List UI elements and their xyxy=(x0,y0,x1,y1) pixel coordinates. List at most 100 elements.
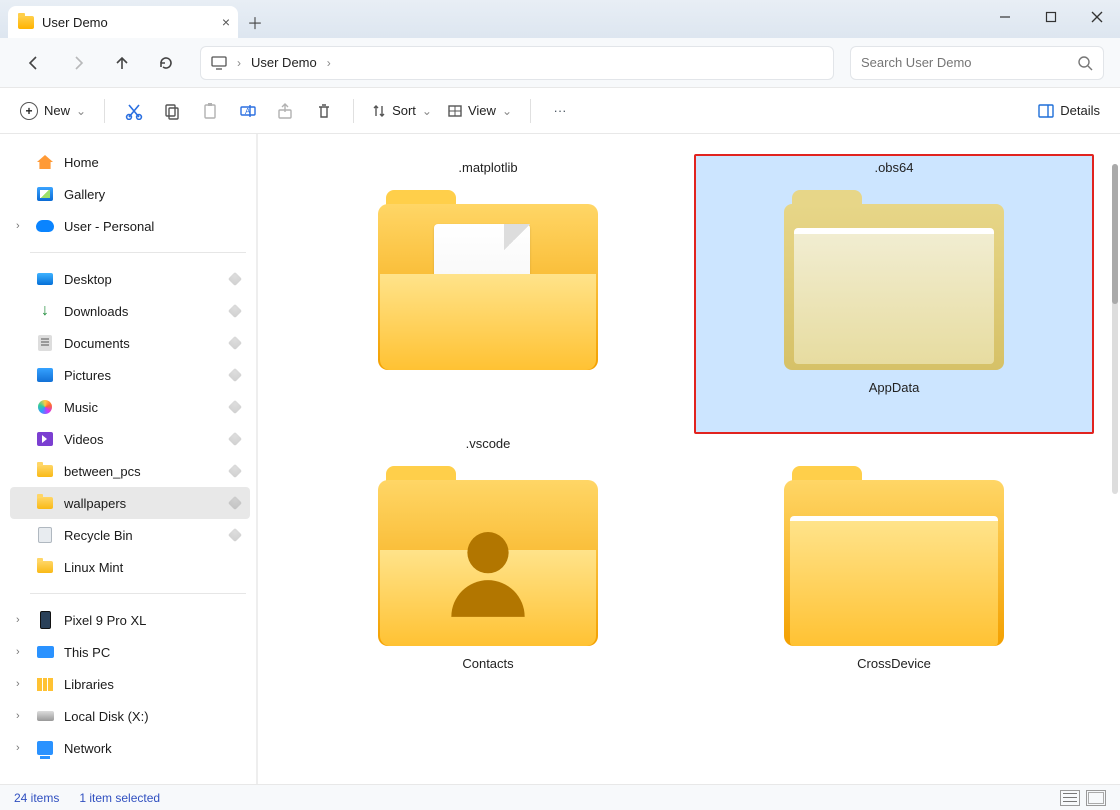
sidebar-recycle-bin[interactable]: Recycle Bin xyxy=(10,519,250,551)
item-label: CrossDevice xyxy=(857,656,931,676)
chevron-right-icon[interactable]: › xyxy=(237,56,241,70)
divider xyxy=(30,252,246,253)
scrollbar-thumb[interactable] xyxy=(1112,164,1118,304)
new-button[interactable]: + New ⌄ xyxy=(14,95,92,127)
sidebar-videos[interactable]: Videos xyxy=(10,423,250,455)
new-tab-button[interactable]: ＋ xyxy=(238,6,272,38)
sidebar-gallery[interactable]: Gallery xyxy=(10,178,250,210)
paste-button[interactable] xyxy=(193,95,227,127)
sidebar-network[interactable]: ›Network xyxy=(10,732,250,764)
home-icon xyxy=(37,155,53,169)
up-button[interactable] xyxy=(104,45,140,81)
share-button[interactable] xyxy=(269,95,303,127)
sidebar-label: User - Personal xyxy=(64,219,154,234)
network-icon xyxy=(37,741,53,755)
sidebar-label: This PC xyxy=(64,645,110,660)
more-button[interactable]: ··· xyxy=(543,95,577,127)
sidebar-desktop[interactable]: Desktop xyxy=(10,263,250,295)
chevron-right-icon[interactable]: › xyxy=(16,646,20,658)
refresh-button[interactable] xyxy=(148,45,184,81)
chevron-right-icon[interactable]: › xyxy=(16,220,20,232)
content-area[interactable]: .matplotlib { } .obs64 AppData .vscode xyxy=(258,134,1120,784)
breadcrumb-segment[interactable]: User Demo xyxy=(251,55,317,70)
sidebar-wallpapers[interactable]: wallpapers xyxy=(10,487,250,519)
divider xyxy=(104,99,105,123)
sidebar-downloads[interactable]: ↓ Downloads xyxy=(10,295,250,327)
sidebar-label: Desktop xyxy=(64,272,112,287)
downloads-icon: ↓ xyxy=(36,302,54,320)
gallery-icon xyxy=(37,187,53,201)
sidebar-label: Documents xyxy=(64,336,130,351)
sidebar-label: wallpapers xyxy=(64,496,126,511)
sidebar[interactable]: Home Gallery › User - Personal Desktop ↓ D… xyxy=(0,134,258,784)
sidebar-label: Gallery xyxy=(64,187,105,202)
sidebar-between-pcs[interactable]: between_pcs xyxy=(10,455,250,487)
chevron-right-icon[interactable]: › xyxy=(16,678,20,690)
sidebar-label: Downloads xyxy=(64,304,128,319)
address-bar[interactable]: › User Demo › xyxy=(200,46,834,80)
folder-item-matplotlib[interactable]: .matplotlib { } xyxy=(288,154,688,434)
close-tab-icon[interactable]: × xyxy=(222,14,230,30)
status-selection: 1 item selected xyxy=(79,791,160,805)
folder-icon xyxy=(37,497,53,509)
sidebar-pixel[interactable]: › Pixel 9 Pro XL xyxy=(10,604,250,636)
details-icon xyxy=(1038,104,1054,118)
chevron-right-icon[interactable]: › xyxy=(16,614,20,626)
sidebar-documents[interactable]: Documents xyxy=(10,327,250,359)
maximize-button[interactable] xyxy=(1028,0,1074,34)
sidebar-label: Linux Mint xyxy=(64,560,123,575)
plus-icon: + xyxy=(20,102,38,120)
forward-button[interactable] xyxy=(60,45,96,81)
details-button[interactable]: Details xyxy=(1032,95,1106,127)
tab-current[interactable]: User Demo × xyxy=(8,6,238,38)
copy-button[interactable] xyxy=(155,95,189,127)
sidebar-local-disk[interactable]: › Local Disk (X:) xyxy=(10,700,250,732)
item-label: .vscode xyxy=(466,436,511,456)
chevron-right-icon[interactable]: › xyxy=(327,56,331,70)
music-icon xyxy=(38,400,52,414)
sidebar-music[interactable]: Music xyxy=(10,391,250,423)
minimize-button[interactable] xyxy=(982,0,1028,34)
folder-icon xyxy=(18,16,34,29)
sidebar-linux-mint[interactable]: Linux Mint xyxy=(10,551,250,583)
folder-icon xyxy=(784,466,1004,646)
sidebar-libraries[interactable]: ›Libraries xyxy=(10,668,250,700)
folder-item-vscode[interactable]: .vscode Contacts xyxy=(288,430,688,730)
folder-icon xyxy=(37,465,53,477)
status-item-count: 24 items xyxy=(14,791,59,805)
documents-icon xyxy=(38,335,52,351)
close-window-button[interactable] xyxy=(1074,0,1120,34)
sidebar-label: Pixel 9 Pro XL xyxy=(64,613,146,628)
item-label: .obs64 xyxy=(874,160,913,180)
sort-icon xyxy=(372,104,386,118)
desktop-icon xyxy=(37,273,53,285)
cut-button[interactable] xyxy=(117,95,151,127)
sidebar-label: Pictures xyxy=(64,368,111,383)
chevron-down-icon: ⌄ xyxy=(502,104,512,118)
chevron-down-icon: ⌄ xyxy=(76,104,86,118)
sort-button[interactable]: Sort ⌄ xyxy=(366,95,438,127)
sidebar-home[interactable]: Home xyxy=(10,146,250,178)
delete-button[interactable] xyxy=(307,95,341,127)
folder-icon xyxy=(784,190,1004,370)
recycle-bin-icon xyxy=(38,527,52,543)
sidebar-label: Local Disk (X:) xyxy=(64,709,149,724)
search-input[interactable] xyxy=(861,55,1061,70)
sidebar-pictures[interactable]: Pictures xyxy=(10,359,250,391)
sidebar-onedrive[interactable]: › User - Personal xyxy=(10,210,250,242)
chevron-down-icon: ⌄ xyxy=(422,104,432,118)
rename-button[interactable]: A xyxy=(231,95,265,127)
folder-item-crossdevice[interactable]: CrossDevice xyxy=(694,430,1094,730)
view-button[interactable]: View ⌄ xyxy=(442,95,518,127)
chevron-right-icon[interactable]: › xyxy=(16,710,20,722)
new-label: New xyxy=(44,103,70,118)
folder-item-appdata[interactable]: .obs64 AppData xyxy=(694,154,1094,434)
search-box[interactable] xyxy=(850,46,1104,80)
view-grid-button[interactable] xyxy=(1086,790,1106,806)
chevron-right-icon[interactable]: › xyxy=(16,742,20,754)
pc-icon xyxy=(37,646,54,658)
back-button[interactable] xyxy=(16,45,52,81)
sidebar-this-pc[interactable]: › This PC xyxy=(10,636,250,668)
folder-icon: { } xyxy=(378,190,598,370)
view-list-button[interactable] xyxy=(1060,790,1080,806)
